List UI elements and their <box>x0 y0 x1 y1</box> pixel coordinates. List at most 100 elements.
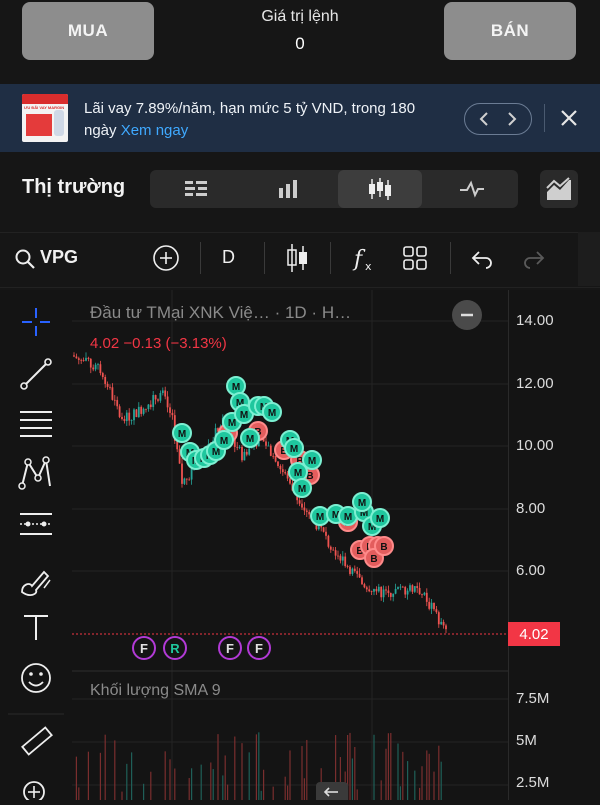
chevron-right-icon[interactable] <box>508 112 517 126</box>
volume-legend[interactable]: Khối lượng SMA 9 <box>90 682 221 700</box>
drawing-tools <box>0 290 73 800</box>
candle-body <box>442 621 445 626</box>
candle-body <box>281 469 284 473</box>
crosshair-icon[interactable] <box>22 308 50 336</box>
chart-legend-title[interactable]: Đầu tư TMại XNK Việ… · 1D · H… <box>90 303 351 323</box>
buy-marker[interactable]: M <box>284 438 304 458</box>
brush-icon[interactable] <box>21 570 51 596</box>
volume-bar <box>387 733 389 800</box>
interval-selector[interactable]: D <box>222 247 235 268</box>
svg-text:M: M <box>298 484 306 495</box>
sell-marker[interactable]: B <box>374 536 394 556</box>
candle-body <box>274 455 277 462</box>
buy-marker[interactable]: M <box>262 402 282 422</box>
price-axis[interactable] <box>508 290 600 800</box>
volume-bar <box>390 732 392 800</box>
bar-view-button[interactable] <box>242 170 334 208</box>
promo-text: Lãi vay 7.89%/năm, hạn mức 5 tỷ VND, tro… <box>84 98 444 142</box>
volume-bar <box>241 743 243 800</box>
volume-tick: 5M <box>516 732 537 749</box>
ruler-icon[interactable] <box>21 726 53 756</box>
svg-text:M: M <box>268 408 276 419</box>
event-markers: FRFF <box>132 636 271 660</box>
candle-body <box>370 591 373 592</box>
chevron-left-icon[interactable] <box>479 112 488 126</box>
layout-grid-icon[interactable] <box>402 245 428 271</box>
redo-icon[interactable] <box>522 246 548 270</box>
undo-icon[interactable] <box>468 246 494 270</box>
candle-body <box>272 455 275 457</box>
current-price-tag: 4.02 <box>508 622 560 646</box>
candle-body <box>416 586 419 588</box>
candle-body <box>308 511 311 515</box>
candle-body <box>128 412 131 421</box>
candle-body <box>303 507 306 511</box>
buy-marker[interactable]: M <box>370 508 390 528</box>
candle-body <box>185 478 188 480</box>
candle-body <box>279 465 282 470</box>
candlestick-plot[interactable]: BBBBBBBBBBBMMMMMMMMMMMMMMMMMMMMMMMMMMM F… <box>72 290 508 800</box>
orderbook-view-button[interactable] <box>150 170 242 208</box>
buy-marker[interactable]: M <box>214 430 234 450</box>
line-view-button[interactable] <box>426 170 518 208</box>
event-marker[interactable]: R <box>163 636 187 660</box>
compare-add-icon[interactable] <box>152 244 180 272</box>
price-tick: 12.00 <box>516 375 554 392</box>
volume-bar <box>263 769 265 800</box>
event-marker[interactable]: F <box>132 636 156 660</box>
candle-body <box>382 589 385 598</box>
volume-tick: 2.5M <box>516 774 550 791</box>
event-marker[interactable]: F <box>247 636 271 660</box>
candles-type-icon[interactable] <box>284 242 310 274</box>
svg-text:M: M <box>232 382 240 393</box>
sell-button[interactable]: BÁN <box>444 2 576 60</box>
scroll-to-latest-button[interactable] <box>316 782 348 800</box>
fib-lines-icon[interactable] <box>20 411 52 437</box>
candle-body <box>106 383 109 387</box>
candle-body <box>238 447 241 448</box>
close-icon[interactable] <box>556 104 582 132</box>
candle-body <box>397 587 399 589</box>
promo-divider <box>544 104 545 132</box>
svg-text:M: M <box>240 410 248 421</box>
pattern-icon[interactable] <box>18 456 51 490</box>
candle-body <box>399 586 402 588</box>
trend-line-icon[interactable] <box>20 358 52 390</box>
toolbar-overflow <box>578 232 600 286</box>
candle-body <box>346 566 349 567</box>
symbol-search[interactable]: VPG <box>40 247 78 268</box>
candle-body <box>94 364 97 370</box>
buy-marker[interactable]: M <box>172 423 192 443</box>
candle-body <box>440 621 443 625</box>
text-tool-icon[interactable] <box>24 615 48 640</box>
candle-body <box>176 440 179 450</box>
candle-body <box>101 373 104 377</box>
buy-marker[interactable]: M <box>292 478 312 498</box>
promo-thumbnail: ƯU ĐÃI VAY MARGIN <box>22 94 68 142</box>
promo-link[interactable]: Xem ngay <box>121 122 189 139</box>
search-icon[interactable] <box>14 248 36 270</box>
candle-body <box>145 408 147 410</box>
emoji-icon[interactable] <box>21 663 51 693</box>
buy-marker[interactable]: M <box>240 428 260 448</box>
volume-bar <box>143 783 145 800</box>
volume-bar <box>227 784 229 800</box>
candle-body <box>428 601 431 609</box>
volume-bar <box>306 739 308 800</box>
candle-body <box>337 555 339 557</box>
candle-body <box>113 399 116 401</box>
event-marker[interactable]: F <box>218 636 242 660</box>
zoom-in-icon[interactable] <box>23 781 45 800</box>
legend-collapse-button[interactable] <box>452 300 482 330</box>
price-chart[interactable]: BBBBBBBBBBBMMMMMMMMMMMMMMMMMMMMMMMMMMM F… <box>72 290 508 800</box>
svg-text:x: x <box>365 260 372 273</box>
candle-body <box>387 590 390 594</box>
buy-marker[interactable]: M <box>302 450 322 470</box>
prediction-icon[interactable] <box>20 513 52 535</box>
buy-marker[interactable]: M <box>352 492 372 512</box>
candle-body <box>289 478 291 484</box>
candle-body <box>152 395 155 408</box>
candle-view-button[interactable] <box>338 170 422 208</box>
analysis-button[interactable] <box>540 170 578 208</box>
indicators-icon[interactable]: f x <box>350 242 376 274</box>
